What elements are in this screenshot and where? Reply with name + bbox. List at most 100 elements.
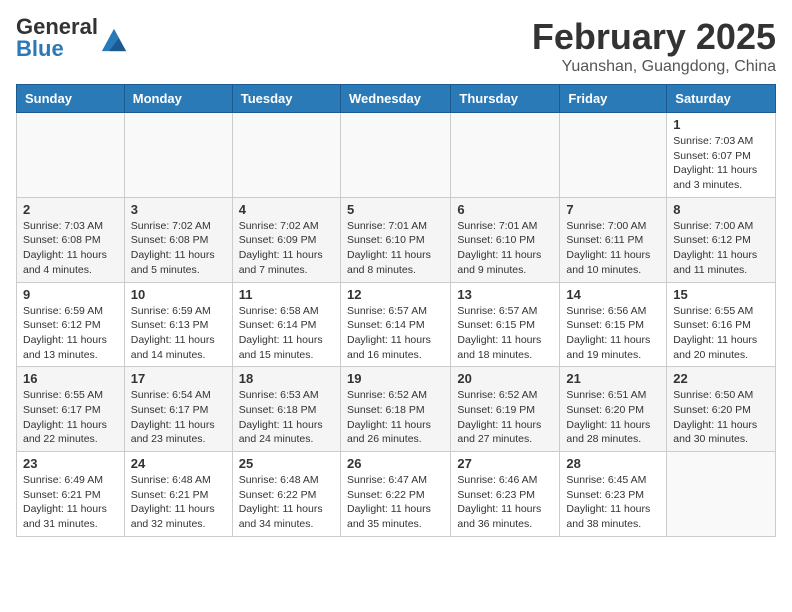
day-number: 24: [131, 456, 226, 471]
day-number: 14: [566, 287, 660, 302]
day-info: Sunrise: 7:00 AMSunset: 6:12 PMDaylight:…: [673, 219, 769, 278]
day-info: Sunrise: 7:02 AMSunset: 6:09 PMDaylight:…: [239, 219, 334, 278]
month-title: February 2025: [532, 16, 776, 58]
calendar-table: SundayMondayTuesdayWednesdayThursdayFrid…: [16, 84, 776, 537]
calendar-cell: 3 Sunrise: 7:02 AMSunset: 6:08 PMDaylight…: [124, 197, 232, 282]
day-info: Sunrise: 6:45 AMSunset: 6:23 PMDaylight:…: [566, 473, 660, 532]
day-number: 25: [239, 456, 334, 471]
weekday-header-saturday: Saturday: [667, 85, 776, 113]
week-row-2: 9 Sunrise: 6:59 AMSunset: 6:12 PMDaylight…: [17, 282, 776, 367]
weekday-header-sunday: Sunday: [17, 85, 125, 113]
day-info: Sunrise: 7:03 AMSunset: 6:08 PMDaylight:…: [23, 219, 118, 278]
day-number: 6: [457, 202, 553, 217]
logo: General Blue: [16, 16, 128, 61]
calendar-cell: 15 Sunrise: 6:55 AMSunset: 6:16 PMDayligh…: [667, 282, 776, 367]
day-info: Sunrise: 6:57 AMSunset: 6:15 PMDaylight:…: [457, 304, 553, 363]
day-info: Sunrise: 6:54 AMSunset: 6:17 PMDaylight:…: [131, 388, 226, 447]
day-number: 22: [673, 371, 769, 386]
calendar-cell: 22 Sunrise: 6:50 AMSunset: 6:20 PMDayligh…: [667, 367, 776, 452]
week-row-3: 16 Sunrise: 6:55 AMSunset: 6:17 PMDayligh…: [17, 367, 776, 452]
day-number: 15: [673, 287, 769, 302]
day-number: 2: [23, 202, 118, 217]
day-number: 12: [347, 287, 444, 302]
calendar-cell: [560, 113, 667, 198]
day-number: 9: [23, 287, 118, 302]
calendar-cell: 13 Sunrise: 6:57 AMSunset: 6:15 PMDayligh…: [451, 282, 560, 367]
calendar-cell: [340, 113, 450, 198]
day-number: 18: [239, 371, 334, 386]
day-info: Sunrise: 6:58 AMSunset: 6:14 PMDaylight:…: [239, 304, 334, 363]
logo-text: General Blue: [16, 16, 98, 61]
day-info: Sunrise: 6:48 AMSunset: 6:21 PMDaylight:…: [131, 473, 226, 532]
day-number: 19: [347, 371, 444, 386]
title-section: February 2025 Yuanshan, Guangdong, China: [532, 16, 776, 76]
day-number: 16: [23, 371, 118, 386]
day-info: Sunrise: 7:01 AMSunset: 6:10 PMDaylight:…: [457, 219, 553, 278]
day-info: Sunrise: 6:55 AMSunset: 6:17 PMDaylight:…: [23, 388, 118, 447]
day-info: Sunrise: 6:56 AMSunset: 6:15 PMDaylight:…: [566, 304, 660, 363]
calendar-cell: [124, 113, 232, 198]
location: Yuanshan, Guangdong, China: [532, 58, 776, 76]
weekday-header-wednesday: Wednesday: [340, 85, 450, 113]
day-number: 4: [239, 202, 334, 217]
day-info: Sunrise: 6:48 AMSunset: 6:22 PMDaylight:…: [239, 473, 334, 532]
calendar-cell: 2 Sunrise: 7:03 AMSunset: 6:08 PMDaylight…: [17, 197, 125, 282]
day-number: 1: [673, 117, 769, 132]
calendar-cell: 23Sunrise: 6:49 AMSunset: 6:21 PMDayligh…: [17, 452, 125, 537]
day-info: Sunrise: 6:46 AMSunset: 6:23 PMDaylight:…: [457, 473, 553, 532]
day-number: 27: [457, 456, 553, 471]
day-number: 13: [457, 287, 553, 302]
calendar-cell: [232, 113, 340, 198]
calendar-cell: 19 Sunrise: 6:52 AMSunset: 6:18 PMDayligh…: [340, 367, 450, 452]
calendar-cell: 5 Sunrise: 7:01 AMSunset: 6:10 PMDaylight…: [340, 197, 450, 282]
day-info: Sunrise: 6:57 AMSunset: 6:14 PMDaylight:…: [347, 304, 444, 363]
calendar-cell: 4 Sunrise: 7:02 AMSunset: 6:09 PMDaylight…: [232, 197, 340, 282]
day-info: Sunrise: 6:50 AMSunset: 6:20 PMDaylight:…: [673, 388, 769, 447]
day-info: Sunrise: 7:01 AMSunset: 6:10 PMDaylight:…: [347, 219, 444, 278]
calendar-cell: [667, 452, 776, 537]
calendar-cell: 28Sunrise: 6:45 AMSunset: 6:23 PMDayligh…: [560, 452, 667, 537]
calendar-cell: 12 Sunrise: 6:57 AMSunset: 6:14 PMDayligh…: [340, 282, 450, 367]
calendar-cell: 18Sunrise: 6:53 AMSunset: 6:18 PMDayligh…: [232, 367, 340, 452]
calendar-cell: 24 Sunrise: 6:48 AMSunset: 6:21 PMDayligh…: [124, 452, 232, 537]
day-number: 21: [566, 371, 660, 386]
day-number: 20: [457, 371, 553, 386]
calendar-cell: 27 Sunrise: 6:46 AMSunset: 6:23 PMDayligh…: [451, 452, 560, 537]
day-info: Sunrise: 7:02 AMSunset: 6:08 PMDaylight:…: [131, 219, 226, 278]
weekday-header-friday: Friday: [560, 85, 667, 113]
day-info: Sunrise: 6:59 AMSunset: 6:12 PMDaylight:…: [23, 304, 118, 363]
calendar-cell: 25 Sunrise: 6:48 AMSunset: 6:22 PMDayligh…: [232, 452, 340, 537]
day-number: 23: [23, 456, 118, 471]
calendar-cell: 10Sunrise: 6:59 AMSunset: 6:13 PMDayligh…: [124, 282, 232, 367]
day-info: Sunrise: 7:03 AMSunset: 6:07 PMDaylight:…: [673, 134, 769, 193]
day-info: Sunrise: 6:52 AMSunset: 6:18 PMDaylight:…: [347, 388, 444, 447]
calendar-cell: 8 Sunrise: 7:00 AMSunset: 6:12 PMDaylight…: [667, 197, 776, 282]
day-info: Sunrise: 6:55 AMSunset: 6:16 PMDaylight:…: [673, 304, 769, 363]
day-info: Sunrise: 6:51 AMSunset: 6:20 PMDaylight:…: [566, 388, 660, 447]
calendar-cell: 11 Sunrise: 6:58 AMSunset: 6:14 PMDayligh…: [232, 282, 340, 367]
calendar-cell: 16 Sunrise: 6:55 AMSunset: 6:17 PMDayligh…: [17, 367, 125, 452]
calendar-cell: 20Sunrise: 6:52 AMSunset: 6:19 PMDayligh…: [451, 367, 560, 452]
calendar-cell: 26Sunrise: 6:47 AMSunset: 6:22 PMDayligh…: [340, 452, 450, 537]
calendar-cell: [17, 113, 125, 198]
day-number: 10: [131, 287, 226, 302]
day-number: 8: [673, 202, 769, 217]
calendar-cell: 6 Sunrise: 7:01 AMSunset: 6:10 PMDaylight…: [451, 197, 560, 282]
calendar-cell: [451, 113, 560, 198]
weekday-header-monday: Monday: [124, 85, 232, 113]
day-number: 26: [347, 456, 444, 471]
day-number: 11: [239, 287, 334, 302]
weekday-header-row: SundayMondayTuesdayWednesdayThursdayFrid…: [17, 85, 776, 113]
page-header: General Blue February 2025 Yuanshan, Gua…: [16, 16, 776, 76]
day-info: Sunrise: 7:00 AMSunset: 6:11 PMDaylight:…: [566, 219, 660, 278]
calendar-cell: 14 Sunrise: 6:56 AMSunset: 6:15 PMDayligh…: [560, 282, 667, 367]
week-row-0: 1 Sunrise: 7:03 AMSunset: 6:07 PMDaylight…: [17, 113, 776, 198]
calendar-cell: 21 Sunrise: 6:51 AMSunset: 6:20 PMDayligh…: [560, 367, 667, 452]
calendar-cell: 1 Sunrise: 7:03 AMSunset: 6:07 PMDaylight…: [667, 113, 776, 198]
day-number: 3: [131, 202, 226, 217]
day-number: 5: [347, 202, 444, 217]
week-row-1: 2 Sunrise: 7:03 AMSunset: 6:08 PMDaylight…: [17, 197, 776, 282]
week-row-4: 23Sunrise: 6:49 AMSunset: 6:21 PMDayligh…: [17, 452, 776, 537]
day-number: 7: [566, 202, 660, 217]
calendar-cell: 7 Sunrise: 7:00 AMSunset: 6:11 PMDaylight…: [560, 197, 667, 282]
